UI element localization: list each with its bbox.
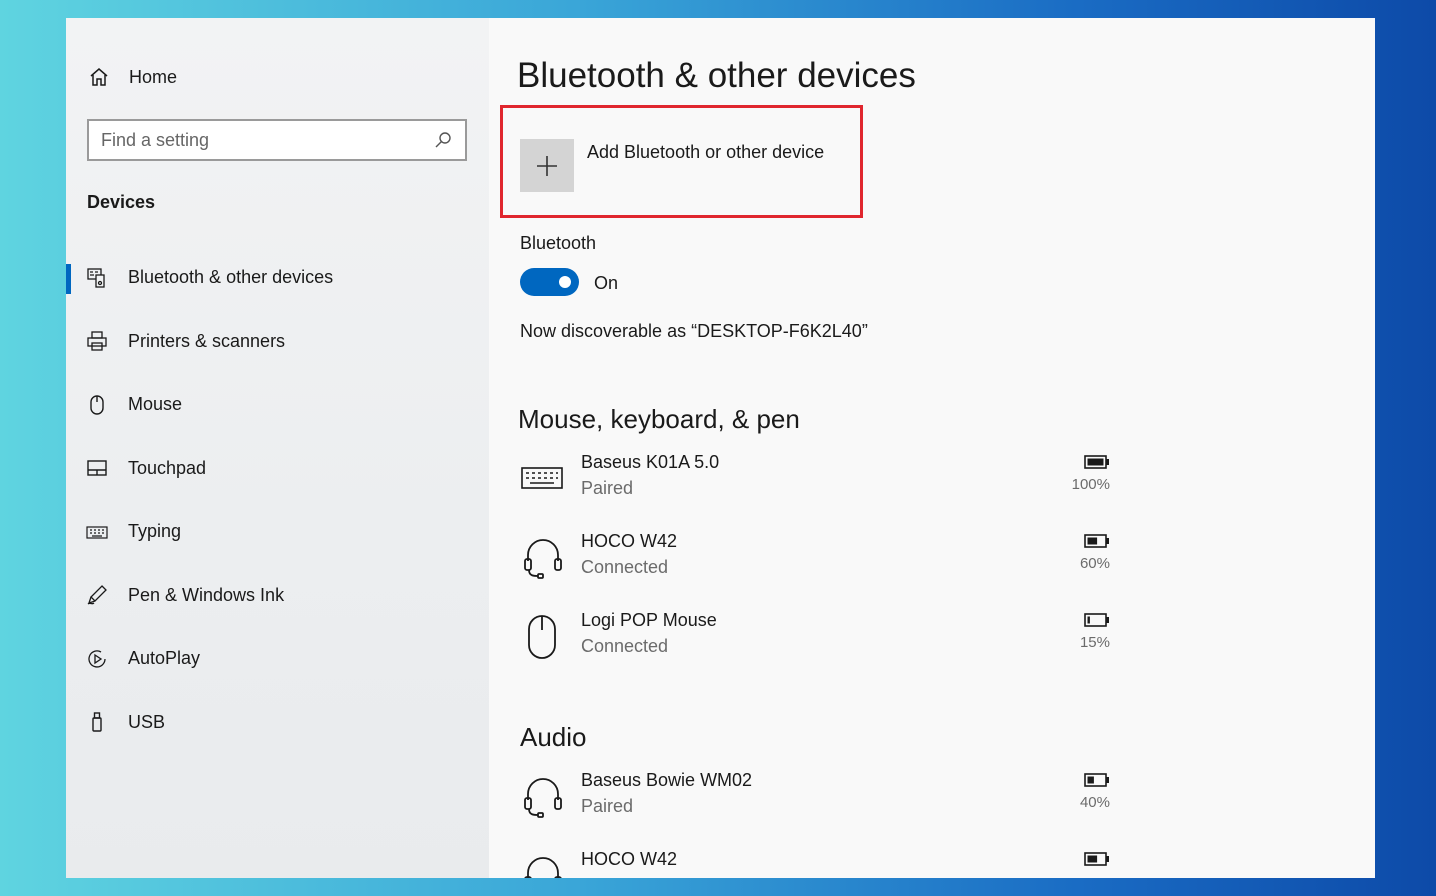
sidebar-item-label: AutoPlay bbox=[128, 648, 201, 669]
plus-icon bbox=[537, 155, 557, 176]
sidebar-item-label: Mouse bbox=[128, 394, 183, 415]
sidebar-item-autoplay[interactable]: AutoPlay bbox=[66, 627, 489, 691]
sidebar-item-label: Typing bbox=[128, 521, 182, 542]
sidebar-item-label: Bluetooth & other devices bbox=[128, 267, 334, 288]
headset-icon bbox=[524, 857, 562, 878]
keyboard-icon bbox=[521, 467, 563, 489]
home-label: Home bbox=[129, 66, 178, 87]
battery-icon bbox=[1084, 455, 1109, 469]
add-device-button[interactable] bbox=[520, 139, 574, 192]
mouse-icon bbox=[528, 615, 556, 659]
bluetooth-label: Bluetooth bbox=[520, 233, 597, 253]
add-device-label[interactable]: Add Bluetooth or other device bbox=[587, 142, 824, 163]
bluetooth-devices-icon bbox=[87, 268, 105, 288]
sidebar-item-pen[interactable]: Pen & Windows Ink bbox=[66, 564, 489, 628]
discoverable-text: Now discoverable as “DESKTOP-F6K2L40” bbox=[520, 321, 868, 341]
search-input[interactable] bbox=[101, 129, 433, 151]
printer-icon bbox=[87, 331, 107, 351]
device-name: Logi POP Mouse bbox=[581, 610, 717, 630]
add-device-highlight: Add Bluetooth or other device bbox=[500, 105, 863, 218]
touchpad-icon bbox=[87, 460, 107, 476]
battery-percent: 60% bbox=[1079, 555, 1110, 572]
sidebar-item-label: USB bbox=[128, 711, 166, 732]
toggle-state-text: On bbox=[594, 273, 619, 293]
search-icon[interactable] bbox=[433, 130, 453, 150]
battery-percent: 15% bbox=[1079, 634, 1110, 651]
sidebar: Home Devices Bluetooth & other devices bbox=[66, 18, 489, 878]
sidebar-item-label: Pen & Windows Ink bbox=[128, 584, 285, 605]
device-status: Connected bbox=[581, 557, 669, 577]
autoplay-icon bbox=[88, 650, 106, 668]
device-row[interactable]: HOCO W42 bbox=[520, 849, 1110, 878]
device-name: HOCO W42 bbox=[581, 531, 678, 551]
device-row[interactable]: Baseus Bowie WM02 Paired 40% bbox=[520, 770, 1110, 830]
device-status: Paired bbox=[581, 796, 634, 816]
search-box[interactable] bbox=[87, 119, 467, 161]
battery-icon bbox=[1084, 773, 1109, 787]
device-status: Connected bbox=[581, 636, 669, 656]
sidebar-item-typing[interactable]: Typing bbox=[66, 500, 489, 564]
device-row[interactable]: HOCO W42 Connected 60% bbox=[520, 531, 1110, 591]
sidebar-item-touchpad[interactable]: Touchpad bbox=[66, 437, 489, 501]
sidebar-item-printers[interactable]: Printers & scanners bbox=[66, 310, 489, 374]
battery-percent: 100% bbox=[1071, 476, 1110, 493]
battery-icon bbox=[1084, 534, 1109, 548]
toggle-knob bbox=[559, 276, 571, 288]
device-row[interactable]: Logi POP Mouse Connected 15% bbox=[520, 610, 1110, 670]
device-name: HOCO W42 bbox=[581, 849, 678, 869]
sidebar-item-usb[interactable]: USB bbox=[66, 691, 489, 755]
device-name: Baseus Bowie WM02 bbox=[581, 770, 753, 790]
device-row[interactable]: Baseus K01A 5.0 Paired 100% bbox=[520, 452, 1110, 512]
settings-window: Home Devices Bluetooth & other devices bbox=[66, 18, 1375, 878]
sidebar-item-label: Touchpad bbox=[128, 457, 207, 478]
sidebar-item-mouse[interactable]: Mouse bbox=[66, 373, 489, 437]
pen-icon bbox=[87, 585, 107, 605]
sidebar-item-label: Printers & scanners bbox=[128, 330, 286, 351]
bluetooth-toggle[interactable] bbox=[520, 268, 579, 296]
device-name: Baseus K01A 5.0 bbox=[581, 452, 720, 472]
usb-icon bbox=[92, 712, 102, 732]
battery-icon bbox=[1084, 613, 1109, 627]
sidebar-nav: Bluetooth & other devices Printers & sca… bbox=[66, 246, 489, 754]
mouse-icon bbox=[90, 395, 104, 415]
main-content: Bluetooth & other devices Add Bluetooth … bbox=[489, 18, 1375, 878]
device-status: Paired bbox=[581, 478, 634, 498]
headset-icon bbox=[524, 778, 562, 818]
battery-icon bbox=[1084, 852, 1109, 866]
group-title-input-devices: Mouse, keyboard, & pen bbox=[518, 404, 800, 434]
keyboard-icon bbox=[86, 526, 108, 539]
group-title-audio: Audio bbox=[520, 722, 587, 752]
sidebar-item-bluetooth[interactable]: Bluetooth & other devices bbox=[66, 246, 489, 310]
headset-icon bbox=[524, 539, 562, 579]
section-label-devices: Devices bbox=[87, 192, 156, 212]
page-title: Bluetooth & other devices bbox=[517, 56, 916, 95]
battery-percent: 40% bbox=[1079, 794, 1110, 811]
home-nav-item[interactable]: Home bbox=[88, 66, 177, 88]
home-icon bbox=[90, 68, 108, 86]
